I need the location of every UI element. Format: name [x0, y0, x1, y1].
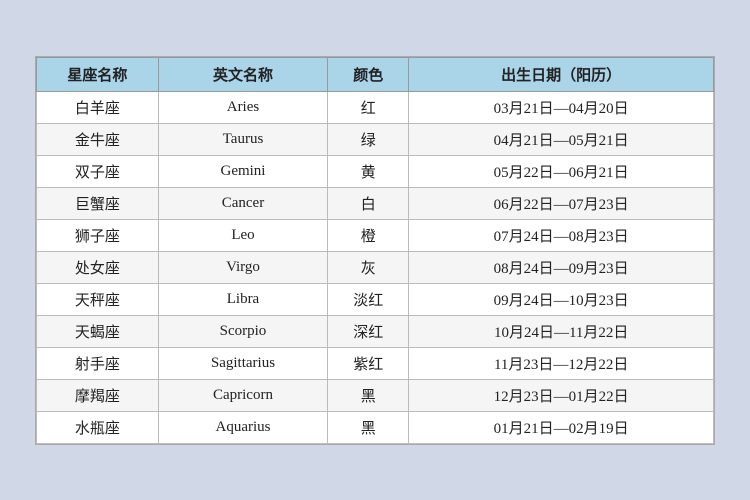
- cell-date: 08月24日—09月23日: [409, 251, 714, 283]
- cell-date: 07月24日—08月23日: [409, 219, 714, 251]
- table-row: 射手座Sagittarius紫红11月23日—12月22日: [37, 347, 714, 379]
- header-date: 出生日期（阳历）: [409, 57, 714, 91]
- table-row: 双子座Gemini黄05月22日—06月21日: [37, 155, 714, 187]
- header-english: 英文名称: [158, 57, 327, 91]
- cell-date: 11月23日—12月22日: [409, 347, 714, 379]
- cell-date: 06月22日—07月23日: [409, 187, 714, 219]
- cell-color: 橙: [328, 219, 409, 251]
- cell-english: Cancer: [158, 187, 327, 219]
- table-row: 巨蟹座Cancer白06月22日—07月23日: [37, 187, 714, 219]
- cell-english: Aries: [158, 91, 327, 123]
- cell-color: 红: [328, 91, 409, 123]
- cell-chinese: 狮子座: [37, 219, 159, 251]
- cell-date: 10月24日—11月22日: [409, 315, 714, 347]
- cell-chinese: 天秤座: [37, 283, 159, 315]
- table-row: 天蝎座Scorpio深红10月24日—11月22日: [37, 315, 714, 347]
- cell-color: 黑: [328, 411, 409, 443]
- cell-english: Gemini: [158, 155, 327, 187]
- cell-english: Capricorn: [158, 379, 327, 411]
- cell-chinese: 白羊座: [37, 91, 159, 123]
- zodiac-table-container: 星座名称 英文名称 颜色 出生日期（阳历） 白羊座Aries红03月21日—04…: [35, 56, 715, 445]
- table-row: 白羊座Aries红03月21日—04月20日: [37, 91, 714, 123]
- cell-english: Libra: [158, 283, 327, 315]
- cell-color: 淡红: [328, 283, 409, 315]
- cell-chinese: 处女座: [37, 251, 159, 283]
- zodiac-table: 星座名称 英文名称 颜色 出生日期（阳历） 白羊座Aries红03月21日—04…: [36, 57, 714, 444]
- cell-date: 09月24日—10月23日: [409, 283, 714, 315]
- cell-color: 绿: [328, 123, 409, 155]
- table-row: 狮子座Leo橙07月24日—08月23日: [37, 219, 714, 251]
- cell-date: 05月22日—06月21日: [409, 155, 714, 187]
- table-row: 摩羯座Capricorn黑12月23日—01月22日: [37, 379, 714, 411]
- cell-chinese: 摩羯座: [37, 379, 159, 411]
- cell-chinese: 双子座: [37, 155, 159, 187]
- cell-chinese: 金牛座: [37, 123, 159, 155]
- cell-english: Sagittarius: [158, 347, 327, 379]
- cell-color: 灰: [328, 251, 409, 283]
- header-color: 颜色: [328, 57, 409, 91]
- cell-chinese: 天蝎座: [37, 315, 159, 347]
- cell-date: 03月21日—04月20日: [409, 91, 714, 123]
- cell-chinese: 射手座: [37, 347, 159, 379]
- table-body: 白羊座Aries红03月21日—04月20日金牛座Taurus绿04月21日—0…: [37, 91, 714, 443]
- cell-english: Aquarius: [158, 411, 327, 443]
- cell-english: Leo: [158, 219, 327, 251]
- header-chinese: 星座名称: [37, 57, 159, 91]
- table-row: 金牛座Taurus绿04月21日—05月21日: [37, 123, 714, 155]
- cell-color: 黑: [328, 379, 409, 411]
- cell-color: 白: [328, 187, 409, 219]
- cell-color: 黄: [328, 155, 409, 187]
- cell-english: Scorpio: [158, 315, 327, 347]
- cell-english: Virgo: [158, 251, 327, 283]
- cell-color: 深红: [328, 315, 409, 347]
- cell-chinese: 水瓶座: [37, 411, 159, 443]
- table-row: 处女座Virgo灰08月24日—09月23日: [37, 251, 714, 283]
- cell-date: 12月23日—01月22日: [409, 379, 714, 411]
- cell-color: 紫红: [328, 347, 409, 379]
- cell-english: Taurus: [158, 123, 327, 155]
- table-row: 水瓶座Aquarius黑01月21日—02月19日: [37, 411, 714, 443]
- table-header-row: 星座名称 英文名称 颜色 出生日期（阳历）: [37, 57, 714, 91]
- cell-date: 01月21日—02月19日: [409, 411, 714, 443]
- cell-date: 04月21日—05月21日: [409, 123, 714, 155]
- cell-chinese: 巨蟹座: [37, 187, 159, 219]
- table-row: 天秤座Libra淡红09月24日—10月23日: [37, 283, 714, 315]
